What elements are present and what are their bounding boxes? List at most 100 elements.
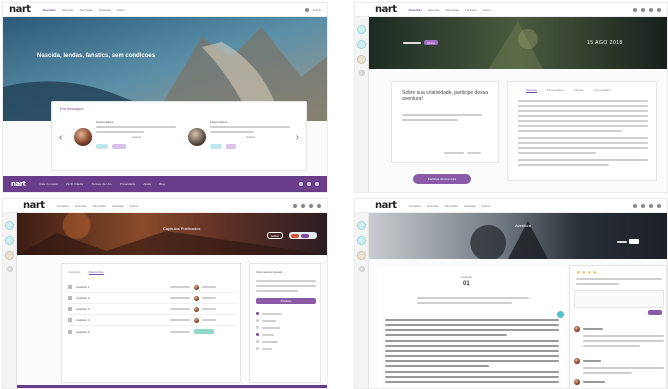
notification-icon[interactable] [301, 203, 305, 208]
settings-icon[interactable] [657, 203, 661, 208]
nart-logo[interactable]: nart [375, 200, 397, 211]
notification-icon[interactable] [641, 7, 645, 12]
left-sidebar [355, 213, 369, 388]
chapters-list: Capitulo 1 Capitulo 2 Capitulo 3 Capitul… [68, 282, 236, 337]
nart-logo[interactable]: nart [9, 4, 31, 15]
chapter-row[interactable]: Capitulo 1 [68, 282, 236, 293]
search-icon[interactable] [633, 203, 637, 208]
home-icon[interactable] [5, 221, 14, 230]
nav-item-novelties[interactable]: Novelties [57, 204, 69, 208]
send-comment-button[interactable] [648, 310, 662, 315]
publish-toggle[interactable] [289, 232, 317, 239]
nav-item-sobre[interactable]: Sobre [483, 8, 491, 12]
search-icon[interactable] [633, 7, 637, 12]
login-link[interactable]: Entrar [313, 8, 321, 12]
carousel-prev-button[interactable]: ‹ [59, 132, 62, 143]
story-chip: Mono [403, 40, 438, 45]
nav-item-sobre[interactable]: Sobre [117, 8, 125, 12]
top-navbar: nart Novelties Histories Storyteller Fan… [355, 3, 667, 17]
rating-stars[interactable]: ★★★★ [576, 270, 598, 276]
profile-icon[interactable] [357, 251, 366, 260]
story-cover-avatar [74, 128, 92, 146]
nav-item-storyteller[interactable]: Storyteller [446, 8, 460, 12]
tab-capitulos[interactable]: Capitulos [68, 270, 81, 275]
nav-item-sobre[interactable]: Sobre [130, 204, 138, 208]
nav-item-novelties[interactable]: Novelties [409, 8, 422, 12]
footer-link[interactable]: Blog [159, 182, 165, 186]
participate-title: Sobre sua criatividade, participe dessa … [402, 90, 488, 102]
footer-link[interactable]: Privacidade [120, 182, 136, 186]
add-icon[interactable] [357, 40, 366, 49]
nart-logo[interactable]: nart [375, 4, 397, 15]
chapter-row[interactable]: Capitulo 2 [68, 293, 236, 304]
more-icon[interactable] [358, 266, 365, 272]
user-icon[interactable] [649, 203, 653, 208]
commenter-avatar [574, 358, 580, 364]
participate-button[interactable]: Participe da Aventura [413, 174, 471, 184]
carousel-next-button[interactable]: › [296, 132, 299, 143]
footer-link[interactable]: Perfil Criador [66, 182, 84, 186]
nav-item-storyteller[interactable]: Storyteller [80, 8, 94, 12]
nav-item-novelties[interactable]: Novelties [409, 204, 421, 208]
chapter-row[interactable]: Capitulo 3 [68, 304, 236, 315]
general-info-card: Informacoes Gerais Publicar [249, 263, 321, 383]
more-icon[interactable] [6, 266, 13, 272]
footer-link[interactable]: Termos de Uso [92, 182, 112, 186]
search-icon[interactable] [293, 203, 297, 208]
chapter-row[interactable]: Capitulo 5 [68, 326, 236, 337]
top-navbar: nart Novelties Histories Storyteller Fan… [3, 3, 327, 17]
edit-button[interactable]: Editar [267, 232, 283, 239]
home-icon[interactable] [357, 221, 366, 230]
comment-input[interactable] [574, 290, 664, 308]
tab-mundo[interactable]: Mundo [575, 88, 584, 93]
chapter-hero-badge [617, 239, 639, 244]
settings-icon[interactable] [317, 203, 321, 208]
comment-marker-icon[interactable] [557, 311, 564, 318]
nart-logo[interactable]: nart [23, 200, 45, 211]
add-icon[interactable] [5, 236, 14, 245]
comment-item [574, 379, 664, 385]
user-icon[interactable] [309, 203, 313, 208]
site-footer: nart Fale Conosco Perfil Criador Termos … [3, 176, 327, 192]
tab-personagens[interactable]: Personagens [547, 88, 565, 93]
add-icon[interactable] [357, 236, 366, 245]
nav-item-histories[interactable]: Histories [427, 204, 439, 208]
user-icon[interactable] [649, 7, 653, 12]
bottom-bar [3, 385, 327, 388]
facebook-icon[interactable] [299, 182, 303, 186]
notification-icon[interactable] [641, 203, 645, 208]
profile-icon[interactable] [357, 55, 366, 64]
nav-item-histories[interactable]: Histories [62, 8, 74, 12]
nav-item-fantasia[interactable]: Fantasia [464, 204, 476, 208]
chapter-row[interactable]: Capitulo 4 [68, 315, 236, 326]
nav-item-histories[interactable]: Histories [428, 8, 440, 12]
screen-chapters: nart Novelties Histories Storyteller Fan… [2, 198, 328, 389]
twitter-icon[interactable] [307, 182, 311, 186]
tab-sinopse[interactable]: Sinopse [526, 88, 537, 93]
publish-button[interactable]: Publicar [256, 298, 316, 304]
nav-item-fantasia[interactable]: Fantasia [99, 8, 111, 12]
more-icon[interactable] [358, 70, 365, 76]
tab-rascunhos[interactable]: Rascunhos [88, 270, 104, 275]
new-chapter-button[interactable] [194, 329, 214, 334]
profile-icon[interactable] [5, 251, 14, 260]
footer-logo[interactable]: nart [11, 180, 26, 188]
instagram-icon[interactable] [315, 182, 319, 186]
nav-item-histories[interactable]: Histories [75, 204, 87, 208]
footer-link[interactable]: Ajuda [143, 182, 151, 186]
nav-item-sobre[interactable]: Sobre [482, 204, 490, 208]
story-author: Autora [246, 135, 255, 139]
story-card[interactable]: Lorem ipsum Autora [74, 116, 178, 160]
settings-icon[interactable] [657, 7, 661, 12]
nav-item-novelties[interactable]: Novelties [43, 8, 56, 12]
tab-comentarios[interactable]: Comentarios [594, 88, 611, 93]
story-title: Lorem ipsum [96, 120, 114, 124]
nav-item-storyteller[interactable]: Storyteller [93, 204, 107, 208]
nav-item-fantasia[interactable]: Fantasia [465, 8, 477, 12]
search-icon[interactable] [304, 7, 309, 12]
footer-link[interactable]: Fale Conosco [40, 182, 59, 186]
nav-item-fantasia[interactable]: Fantasia [112, 204, 124, 208]
home-icon[interactable] [357, 25, 366, 34]
nav-item-storyteller[interactable]: Storyteller [445, 204, 459, 208]
story-card[interactable]: Lorem ipsum Autora [188, 116, 292, 160]
